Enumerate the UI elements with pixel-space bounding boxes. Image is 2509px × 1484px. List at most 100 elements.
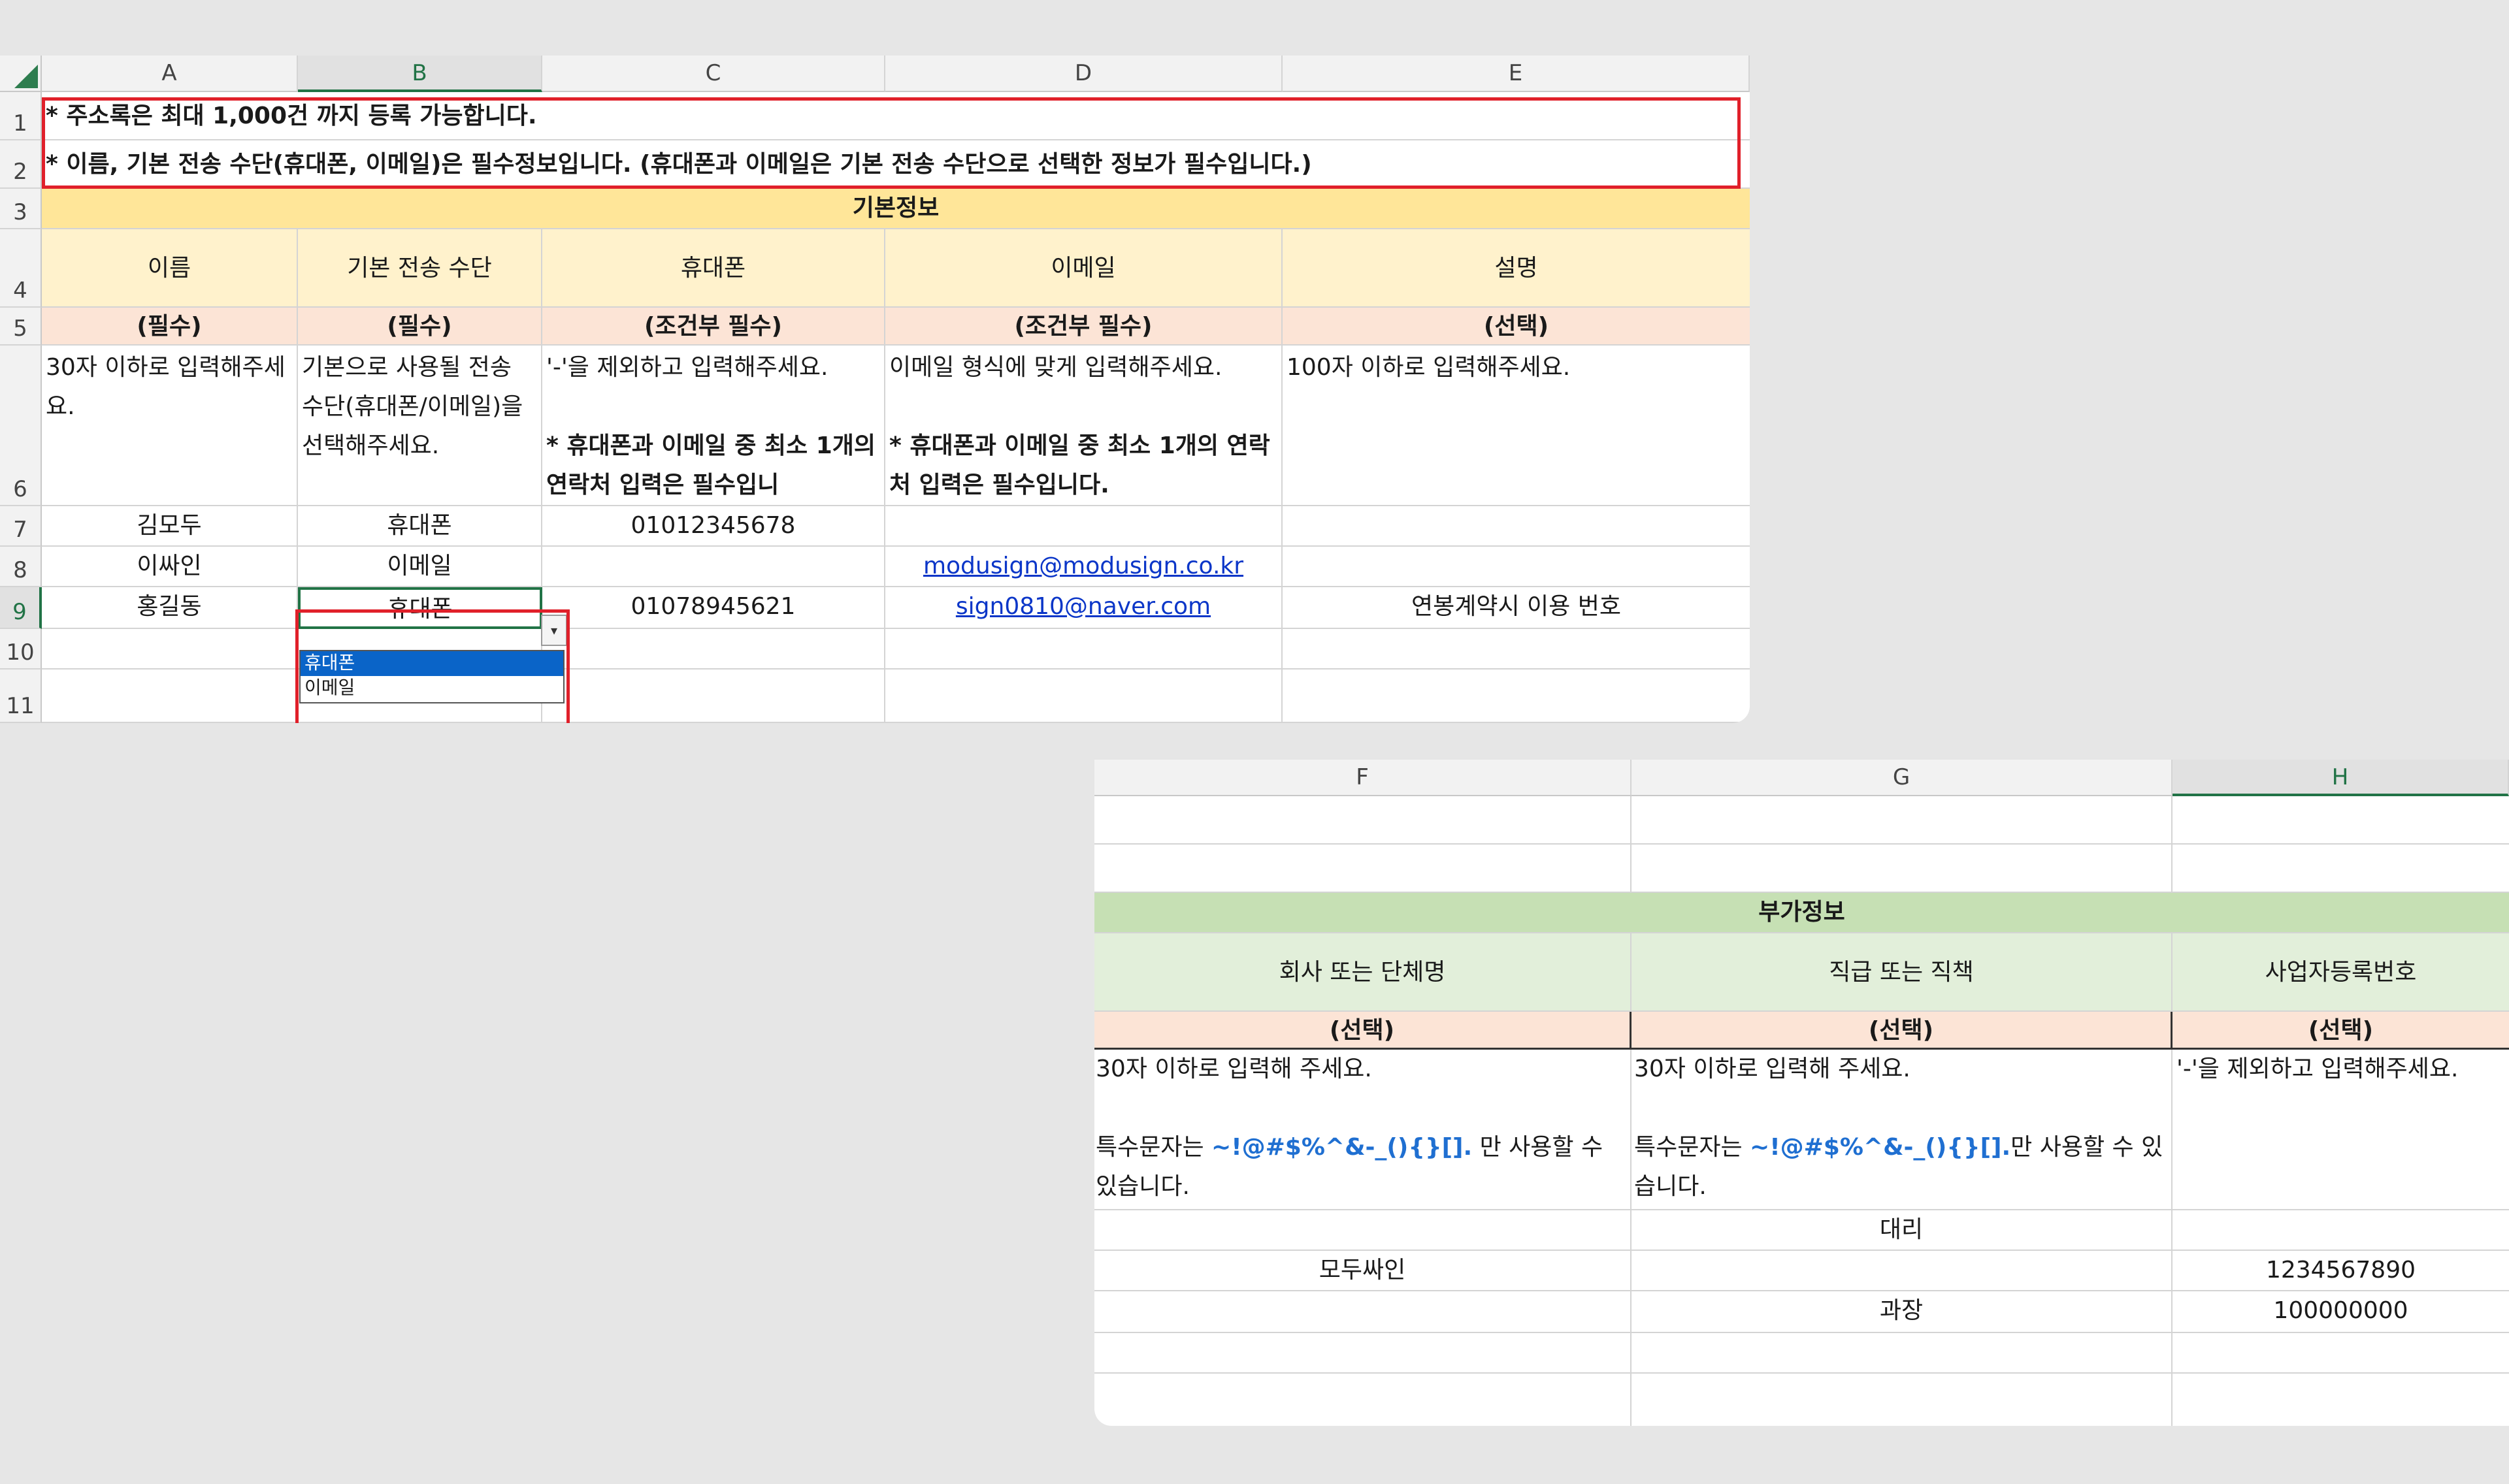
cell-f2[interactable] [1094,845,1632,893]
column-header-e[interactable]: E [1283,56,1750,92]
cell-e7[interactable] [1283,506,1750,547]
description-position-line-3: 습니다. [1634,1173,1707,1200]
cell-b9[interactable]: 휴대폰 [298,587,542,629]
cell-g8[interactable] [1632,1251,2173,1291]
requirement-name[interactable]: (필수) [42,308,298,346]
cell-g9[interactable]: 과장 [1632,1291,2173,1333]
description-email[interactable]: 이메일 형식에 맞게 입력해주세요. * 휴대폰과 이메일 중 최소 1개의 연… [885,346,1283,506]
cell-c11[interactable] [542,669,885,723]
requirement-position[interactable]: (선택) [1632,1012,2173,1050]
dropdown-arrow-button[interactable]: ▾ [541,615,567,646]
requirement-company[interactable]: (선택) [1094,1012,1632,1050]
requirement-method[interactable]: (필수) [298,308,542,346]
cell-a10[interactable] [42,629,298,669]
requirement-phone[interactable]: (조건부 필수) [542,308,885,346]
row-header-2[interactable]: 2 [0,140,42,189]
email-link-sign0810[interactable]: sign0810@naver.com [956,593,1211,620]
header-company[interactable]: 회사 또는 단체명 [1094,933,1632,1012]
cell-b7[interactable]: 휴대폰 [298,506,542,547]
description-phone[interactable]: '-'을 제외하고 입력해주세요. * 휴대폰과 이메일 중 최소 1개의 연락… [542,346,885,506]
column-header-c[interactable]: C [542,56,885,92]
cell-a11[interactable] [42,669,298,723]
row-header-9[interactable]: 9 [0,587,42,629]
header-position[interactable]: 직급 또는 직책 [1632,933,2173,1012]
row-header-3[interactable]: 3 [0,189,42,229]
section-title-basic[interactable]: 기본정보 [42,189,1750,229]
cell-g7[interactable]: 대리 [1632,1210,2173,1251]
cell-h1[interactable] [2173,796,2509,845]
notice-row-1[interactable]: * 주소록은 최대 1,000건 까지 등록 가능합니다. [42,92,1750,140]
column-header-f[interactable]: F [1094,760,1632,796]
requirement-business-number[interactable]: (선택) [2173,1012,2509,1050]
cell-f7[interactable] [1094,1210,1632,1251]
cell-h11[interactable] [2173,1374,2509,1426]
row-header-7[interactable]: 7 [0,506,42,547]
header-name[interactable]: 이름 [42,229,298,308]
notice-row-2[interactable]: * 이름, 기본 전송 수단(휴대폰, 이메일)은 필수정보입니다. (휴대폰과… [42,140,1750,189]
row-header-5[interactable]: 5 [0,308,42,346]
row-header-11[interactable]: 11 [0,669,42,723]
column-header-b[interactable]: B [298,56,542,92]
cell-c9[interactable]: 01078945621 [542,587,885,629]
cell-d7[interactable] [885,506,1283,547]
cell-f10[interactable] [1094,1333,1632,1374]
row-header-10[interactable]: 10 [0,629,42,669]
cell-d9[interactable]: sign0810@naver.com [885,587,1283,629]
row-header-6[interactable]: 6 [0,346,42,506]
cell-a9[interactable]: 홍길동 [42,587,298,629]
description-position[interactable]: 30자 이하로 입력해 주세요. 특수문자는 ~!@#$%^&-_(){}[].… [1632,1050,2173,1210]
cell-g1[interactable] [1632,796,2173,845]
cell-e9[interactable]: 연봉계약시 이용 번호 [1283,587,1750,629]
cell-e11[interactable] [1283,669,1750,723]
select-all-corner[interactable] [0,56,42,92]
header-description[interactable]: 설명 [1283,229,1750,308]
cell-c10[interactable] [542,629,885,669]
cell-g10[interactable] [1632,1333,2173,1374]
cell-h7[interactable] [2173,1210,2509,1251]
cell-f8[interactable]: 모두싸인 [1094,1251,1632,1291]
row-header-1[interactable]: 1 [0,92,42,140]
cell-a7[interactable]: 김모두 [42,506,298,547]
dropdown-option-phone[interactable]: 휴대폰 [301,651,563,676]
cell-b8[interactable]: 이메일 [298,547,542,587]
cell-d8[interactable]: modusign@modusign.co.kr [885,547,1283,587]
cell-a8[interactable]: 이싸인 [42,547,298,587]
cell-f11[interactable] [1094,1374,1632,1426]
cell-f9[interactable] [1094,1291,1632,1333]
header-business-number[interactable]: 사업자등록번호 [2173,933,2509,1012]
column-header-a[interactable]: A [42,56,298,92]
column-header-g[interactable]: G [1632,760,2173,796]
description-business-number[interactable]: '-'을 제외하고 입력해주세요. [2173,1050,2509,1210]
email-link-modusign[interactable]: modusign@modusign.co.kr [923,553,1243,579]
cell-h10[interactable] [2173,1333,2509,1374]
description-company-line-3: 있습니다. [1096,1173,1190,1200]
header-method[interactable]: 기본 전송 수단 [298,229,542,308]
cell-c7[interactable]: 01012345678 [542,506,885,547]
cell-f1[interactable] [1094,796,1632,845]
description-note[interactable]: 100자 이하로 입력해주세요. [1283,346,1750,506]
column-header-d[interactable]: D [885,56,1283,92]
header-email[interactable]: 이메일 [885,229,1283,308]
description-name[interactable]: 30자 이하로 입력해주세요. [42,346,298,506]
cell-h9[interactable]: 100000000 [2173,1291,2509,1333]
cell-d10[interactable] [885,629,1283,669]
cell-e10[interactable] [1283,629,1750,669]
cell-c8[interactable] [542,547,885,587]
requirement-description[interactable]: (선택) [1283,308,1750,346]
description-method[interactable]: 기본으로 사용될 전송 수단(휴대폰/이메일)을 선택해주세요. [298,346,542,506]
column-header-h[interactable]: H [2173,760,2509,796]
description-company[interactable]: 30자 이하로 입력해 주세요. 특수문자는 ~!@#$%^&-_(){}[].… [1094,1050,1632,1210]
cell-d11[interactable] [885,669,1283,723]
header-phone[interactable]: 휴대폰 [542,229,885,308]
section-title-additional[interactable]: 부가정보 [1094,893,2509,933]
description-phone-line-2: * 휴대폰과 이메일 중 최소 1개의 연락처 입력은 필수입니 [546,432,876,498]
cell-g2[interactable] [1632,845,2173,893]
dropdown-option-email[interactable]: 이메일 [301,676,563,701]
requirement-email[interactable]: (조건부 필수) [885,308,1283,346]
row-header-8[interactable]: 8 [0,547,42,587]
cell-e8[interactable] [1283,547,1750,587]
row-header-4[interactable]: 4 [0,229,42,308]
cell-g11[interactable] [1632,1374,2173,1426]
cell-h2[interactable] [2173,845,2509,893]
cell-h8[interactable]: 1234567890 [2173,1251,2509,1291]
